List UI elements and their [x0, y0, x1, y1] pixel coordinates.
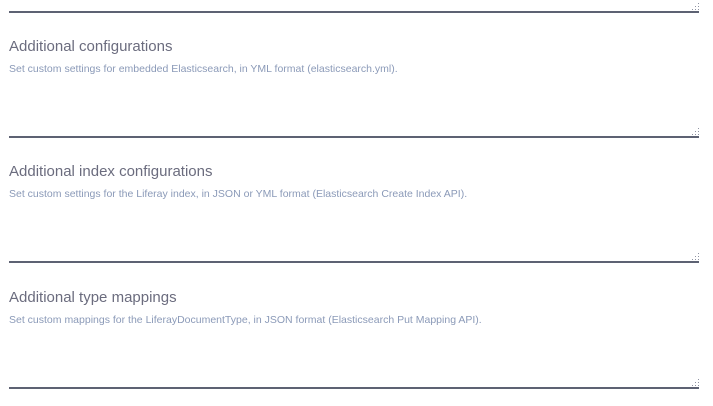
field-additional-type-mappings: Additional type mappings Set custom mapp… — [9, 289, 699, 390]
field-previous — [9, 0, 699, 14]
additional-type-mappings-label: Additional type mappings — [9, 289, 177, 306]
additional-configurations-label: Additional configurations — [9, 38, 173, 55]
additional-index-configurations-label: Additional index configurations — [9, 163, 213, 180]
additional-index-configurations-textarea[interactable] — [9, 201, 699, 263]
additional-configurations-help: Set custom settings for embedded Elastic… — [9, 63, 398, 75]
field-additional-configurations: Additional configurations Set custom set… — [9, 38, 699, 139]
resize-grip-icon[interactable] — [690, 252, 699, 260]
resize-grip-icon[interactable] — [690, 127, 699, 135]
additional-configurations-textarea[interactable] — [9, 76, 699, 138]
previous-textarea[interactable] — [9, 0, 699, 13]
additional-index-configurations-help: Set custom settings for the Liferay inde… — [9, 188, 468, 200]
additional-type-mappings-help: Set custom mappings for the LiferayDocum… — [9, 314, 482, 326]
resize-grip-icon[interactable] — [690, 378, 699, 386]
additional-type-mappings-textarea[interactable] — [9, 327, 699, 389]
field-additional-index-configurations: Additional index configurations Set cust… — [9, 163, 699, 264]
resize-grip-icon[interactable] — [690, 2, 699, 10]
